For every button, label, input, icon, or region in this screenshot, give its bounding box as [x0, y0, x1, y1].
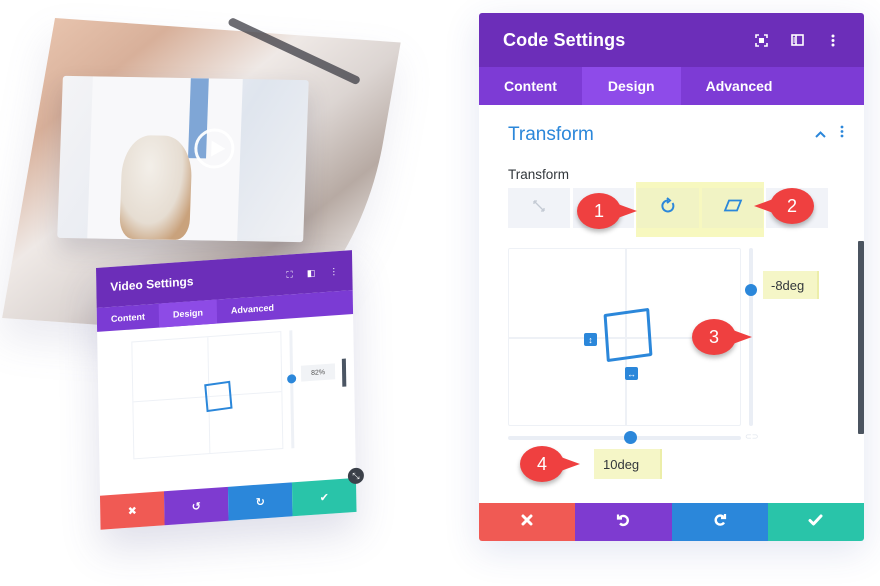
modal-footer — [479, 503, 864, 541]
annotation-pin-2: 2 — [754, 188, 814, 224]
close-icon — [521, 513, 533, 531]
close-icon: ✖ — [99, 491, 165, 530]
sidebar-icon[interactable] — [790, 33, 804, 47]
rotate-icon — [660, 197, 676, 219]
mini-footer: ✖ ↺ ↻ ✔ — [99, 477, 357, 530]
mini-scrollbar — [341, 358, 347, 387]
undo-button[interactable] — [575, 503, 672, 541]
mini-modal-title: Video Settings — [110, 274, 194, 294]
more-vertical-icon: ⋮ — [329, 265, 339, 277]
mini-transform-grid — [131, 331, 284, 460]
preview-square — [603, 307, 653, 363]
tab-content[interactable]: Content — [479, 67, 582, 105]
discard-button[interactable] — [479, 503, 576, 541]
modal-content: Transform Transform ↕ ↔ -8deg ⊂⊃ 10deg — [479, 105, 864, 502]
scrollbar[interactable] — [858, 241, 864, 434]
horizontal-arrows-icon: ↔ — [625, 367, 638, 380]
skew-y-slider-handle[interactable] — [745, 284, 757, 296]
vertical-arrows-icon: ↕ — [584, 333, 597, 346]
sidebar-icon: ◧ — [306, 267, 316, 278]
stethoscope-strap — [227, 16, 362, 86]
skew-icon — [723, 199, 743, 217]
expand-icon: ⛶ — [286, 268, 293, 280]
video-settings-modal: Video Settings ⛶ ◧ ⋮ Content Design Adva… — [96, 250, 365, 530]
mini-preview-square — [204, 380, 233, 413]
undo-icon — [616, 513, 630, 532]
skew-y-input[interactable]: -8deg — [763, 271, 819, 299]
tab-design[interactable]: Design — [581, 67, 681, 105]
scale-icon — [532, 199, 546, 218]
skew-x-input[interactable]: 10deg — [594, 449, 662, 479]
undo-icon: ↺ — [163, 486, 229, 526]
rotate-tool[interactable] — [637, 188, 699, 228]
background-illustration: Video Settings ⛶ ◧ ⋮ Content Design Adva… — [0, 0, 440, 586]
more-vertical-icon[interactable] — [826, 33, 840, 47]
check-icon — [808, 513, 823, 531]
video-thumbnail — [57, 75, 309, 243]
annotation-pin-3: 3 — [692, 319, 752, 355]
link-icon[interactable]: ⊂⊃ — [745, 432, 758, 441]
mini-slider-knob — [287, 374, 297, 384]
modal-header: Code Settings — [479, 13, 864, 67]
transform-field-label: Transform — [508, 167, 570, 182]
redo-icon — [713, 513, 727, 532]
annotation-pin-1: 1 — [577, 193, 637, 229]
annotation-pin-4: 4 — [520, 446, 580, 482]
scale-tool[interactable] — [508, 188, 570, 228]
collapse-icon[interactable] — [815, 125, 826, 143]
more-vertical-icon[interactable] — [840, 125, 844, 143]
mini-vertical-slider — [289, 330, 295, 449]
modal-title: Code Settings — [503, 29, 626, 50]
mini-value-field: 82% — [300, 363, 336, 382]
section-title[interactable]: Transform — [508, 124, 594, 146]
resize-icon: ⤡ — [347, 467, 365, 485]
check-icon: ✔ — [291, 477, 357, 517]
bulldog-image — [119, 134, 193, 241]
expand-icon[interactable] — [754, 33, 768, 47]
modal-tabs: Content Design Advanced — [479, 67, 864, 105]
tab-advanced[interactable]: Advanced — [681, 67, 798, 105]
redo-button[interactable] — [671, 503, 768, 541]
redo-icon: ↻ — [227, 482, 293, 521]
skew-x-slider-handle[interactable] — [624, 431, 637, 444]
save-button[interactable] — [767, 503, 864, 541]
